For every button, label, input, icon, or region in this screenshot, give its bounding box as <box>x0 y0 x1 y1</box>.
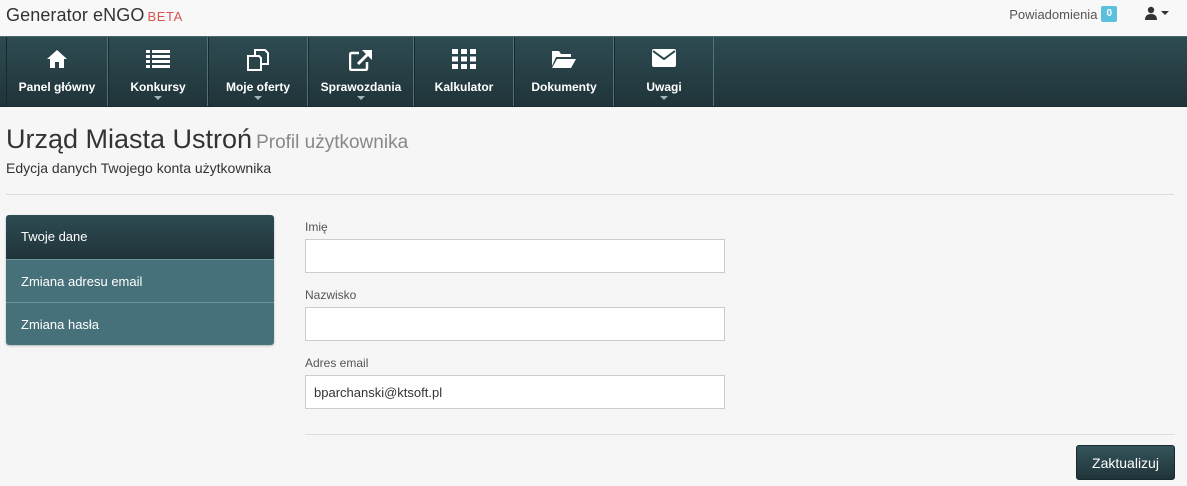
user-menu-button[interactable] <box>1144 6 1169 20</box>
notifications-badge: 0 <box>1101 6 1117 22</box>
grid-icon <box>452 49 476 69</box>
divider <box>6 194 1174 195</box>
user-icon <box>1145 6 1157 20</box>
first-name-label: Imię <box>305 220 328 234</box>
main-navbar: Panel główny Konkursy Moje oferty Sprawo… <box>0 36 1187 107</box>
beta-label: BETA <box>147 9 183 24</box>
profile-sidenav: Twoje dane Zmiana adresu email Zmiana ha… <box>6 215 274 345</box>
nav-moje-oferty[interactable]: Moje oferty <box>208 37 308 106</box>
list-icon <box>146 50 170 68</box>
external-link-icon <box>349 50 372 71</box>
nav-label: Dokumenty <box>531 80 597 94</box>
nav-label: Uwagi <box>646 80 682 94</box>
app-title: Generator eNGO <box>6 5 145 25</box>
nav-uwagi[interactable]: Uwagi <box>614 37 714 106</box>
divider <box>305 434 1175 435</box>
envelope-icon <box>652 49 676 67</box>
sidenav-item-zmiana-hasla[interactable]: Zmiana hasła <box>6 302 274 345</box>
nav-label: Panel główny <box>18 80 96 94</box>
nav-label: Moje oferty <box>225 80 290 94</box>
nav-sprawozdania[interactable]: Sprawozdania <box>308 37 414 106</box>
notifications-link[interactable]: Powiadomienia 0 <box>1009 6 1117 22</box>
page-subtitle: Profil użytkownika <box>256 132 409 153</box>
nav-panel-glowny[interactable]: Panel główny <box>6 37 108 106</box>
caret-down-icon <box>254 96 262 100</box>
nav-label: Sprawozdania <box>320 80 402 94</box>
last-name-input[interactable] <box>305 307 725 341</box>
top-bar: Generator eNGO BETA Powiadomienia 0 <box>0 0 1187 36</box>
brand[interactable]: Generator eNGO BETA <box>6 5 183 26</box>
email-input[interactable] <box>305 375 725 409</box>
email-label: Adres email <box>305 356 369 370</box>
last-name-label: Nazwisko <box>305 288 357 302</box>
home-icon <box>47 50 67 68</box>
nav-dokumenty[interactable]: Dokumenty <box>514 37 614 106</box>
page-title: Urząd Miasta Ustroń Profil użytkownika <box>6 124 408 155</box>
update-button[interactable]: Zaktualizuj <box>1076 445 1175 480</box>
nav-label: Kalkulator <box>434 80 494 94</box>
folder-open-icon <box>552 51 576 68</box>
caret-down-icon <box>1161 11 1169 15</box>
page-description: Edycja danych Twojego konta użytkownika <box>6 160 272 176</box>
page-title-text: Urząd Miasta Ustroń <box>6 124 253 154</box>
nav-label: Konkursy <box>130 80 186 94</box>
nav-kalkulator[interactable]: Kalkulator <box>414 37 514 106</box>
sidenav-item-zmiana-email[interactable]: Zmiana adresu email <box>6 259 274 302</box>
nav-konkursy[interactable]: Konkursy <box>108 37 208 106</box>
caret-down-icon <box>154 96 162 100</box>
copy-icon <box>247 49 269 71</box>
first-name-input[interactable] <box>305 239 725 273</box>
notifications-label: Powiadomienia <box>1009 6 1098 22</box>
caret-down-icon <box>357 96 365 100</box>
caret-down-icon <box>660 96 668 100</box>
sidenav-item-twoje-dane[interactable]: Twoje dane <box>6 215 274 259</box>
